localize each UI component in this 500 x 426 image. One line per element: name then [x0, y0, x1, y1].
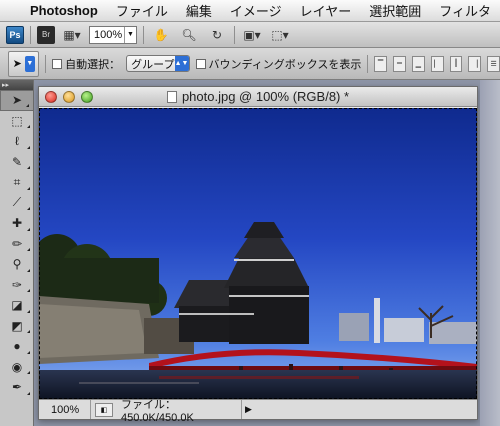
zoom-icon[interactable]: 🔍︎	[178, 25, 200, 45]
zoom-level-field[interactable]: 100% ▼	[89, 25, 137, 44]
chevron-down-icon[interactable]: ▼	[124, 26, 136, 43]
lasso-tool-icon[interactable]: ℓ	[0, 131, 34, 152]
divider	[367, 54, 369, 73]
document-title-bar[interactable]: photo.jpg @ 100% (RGB/8) *	[39, 87, 477, 107]
tools-panel: ▸▸ ➤ ⬚ ℓ ✎ ⌗ ⟋ ✚ ✏ ⚲ ✑ ◪ ◩ ● ◉ ✒	[0, 80, 34, 426]
document-profile-icon[interactable]: ◧	[95, 402, 113, 417]
document-title-text: photo.jpg @ 100% (RGB/8) *	[181, 89, 350, 104]
quick-selection-icon[interactable]: ✎	[0, 152, 34, 173]
application-bar: Ps Br ▦▾ 100% ▼ ✋ 🔍︎ ↻ ▣▾ ⬚▾	[0, 22, 500, 48]
castle-photo	[39, 108, 477, 399]
align-left-icon[interactable]: ▏	[430, 55, 444, 72]
auto-select-checkbox[interactable]	[52, 58, 63, 69]
hand-icon[interactable]: ✋	[150, 25, 172, 45]
status-menu-arrow-icon[interactable]: ▶	[241, 400, 255, 419]
arrange-documents-icon[interactable]: ▣▾	[241, 25, 263, 45]
menu-layer[interactable]: レイヤー	[291, 1, 361, 20]
bridge-button[interactable]: Br	[37, 25, 55, 44]
panel-collapse-grip[interactable]: ▸▸	[0, 80, 33, 90]
menu-file[interactable]: ファイル	[107, 1, 177, 20]
auto-select-option[interactable]: 自動選択：	[52, 56, 120, 72]
file-icon	[166, 90, 177, 103]
zoom-level-value: 100%	[94, 28, 123, 41]
dodge-tool-icon[interactable]: ◉	[0, 357, 34, 378]
show-bounding-box-label: バウンディングボックスを表示	[208, 58, 362, 71]
pen-tool-icon[interactable]: ✒	[0, 377, 34, 398]
divider	[30, 25, 31, 44]
align-bottom-icon[interactable]: ▁	[411, 55, 425, 72]
divider	[234, 25, 235, 44]
align-top-icon[interactable]: ▔	[374, 55, 388, 72]
divider	[45, 54, 47, 73]
auto-select-dropdown[interactable]: グループ ▲▼	[126, 55, 190, 72]
menu-image[interactable]: イメージ	[221, 1, 291, 20]
divider	[143, 25, 144, 44]
image-canvas[interactable]	[39, 108, 477, 399]
menu-bar: Photoshop ファイル 編集 イメージ レイヤー 選択範囲 フィルタ	[0, 0, 500, 22]
document-title: photo.jpg @ 100% (RGB/8) *	[39, 89, 477, 104]
status-zoom-level[interactable]: 100%	[39, 400, 91, 419]
align-horizontal-center-icon[interactable]: ║	[449, 55, 463, 72]
brush-tool-icon[interactable]: ✏	[0, 234, 34, 255]
menu-filter[interactable]: フィルタ	[430, 1, 500, 20]
blur-tool-icon[interactable]: ●	[0, 336, 34, 357]
view-extras-icon[interactable]: ▦▾	[61, 25, 83, 45]
tool-preset-picker[interactable]: ➤ ▼	[8, 50, 40, 77]
distribute-top-icon[interactable]: ☰	[487, 55, 500, 72]
align-vertical-center-icon[interactable]: ═	[393, 55, 406, 72]
align-right-icon[interactable]: ▕	[468, 55, 482, 72]
chevron-down-icon: ▼	[24, 55, 35, 72]
healing-brush-icon[interactable]: ✚	[0, 213, 34, 234]
eraser-icon[interactable]: ◪	[0, 295, 34, 316]
menu-app-photoshop[interactable]: Photoshop	[21, 3, 107, 18]
options-bar: ➤ ▼ 自動選択： グループ ▲▼ バウンディングボックスを表示 ▔ ═ ▁ ▏ ║…	[0, 48, 500, 80]
menu-select[interactable]: 選択範囲	[360, 1, 430, 20]
ps-logo-icon: Ps	[6, 25, 24, 44]
move-tool-icon[interactable]: ➤	[0, 90, 34, 111]
show-bounding-box-option[interactable]: バウンディングボックスを表示	[195, 56, 362, 72]
eyedropper-icon[interactable]: ⟋	[0, 193, 34, 214]
screen-mode-icon[interactable]: ⬚▾	[269, 25, 291, 45]
paint-bucket-icon[interactable]: ◩	[0, 316, 34, 337]
document-window: photo.jpg @ 100% (RGB/8) * 100% ◧ ファイル：4…	[38, 86, 478, 424]
minimize-window-button[interactable]	[63, 90, 75, 103]
auto-select-label: 自動選択：	[65, 58, 121, 71]
document-status-bar: 100% ◧ ファイル：450.0K/450.0K ▶	[39, 399, 477, 424]
auto-select-value: グループ	[131, 58, 175, 71]
rotate-view-icon[interactable]: ↻	[206, 25, 228, 45]
move-tool-icon: ➤	[12, 58, 22, 70]
marquee-tool-icon[interactable]: ⬚	[0, 111, 34, 132]
chevron-down-icon: ▲▼	[174, 56, 189, 71]
crop-tool-icon[interactable]: ⌗	[0, 172, 34, 193]
zoom-window-button[interactable]	[81, 90, 93, 103]
menu-edit[interactable]: 編集	[177, 1, 221, 20]
desktop-background-right	[480, 80, 500, 426]
clone-stamp-icon[interactable]: ⚲	[0, 254, 34, 275]
history-brush-icon[interactable]: ✑	[0, 275, 34, 296]
close-window-button[interactable]	[45, 90, 57, 103]
status-file-info: ファイル：450.0K/450.0K	[121, 398, 194, 424]
show-bounding-box-checkbox[interactable]	[195, 58, 206, 69]
